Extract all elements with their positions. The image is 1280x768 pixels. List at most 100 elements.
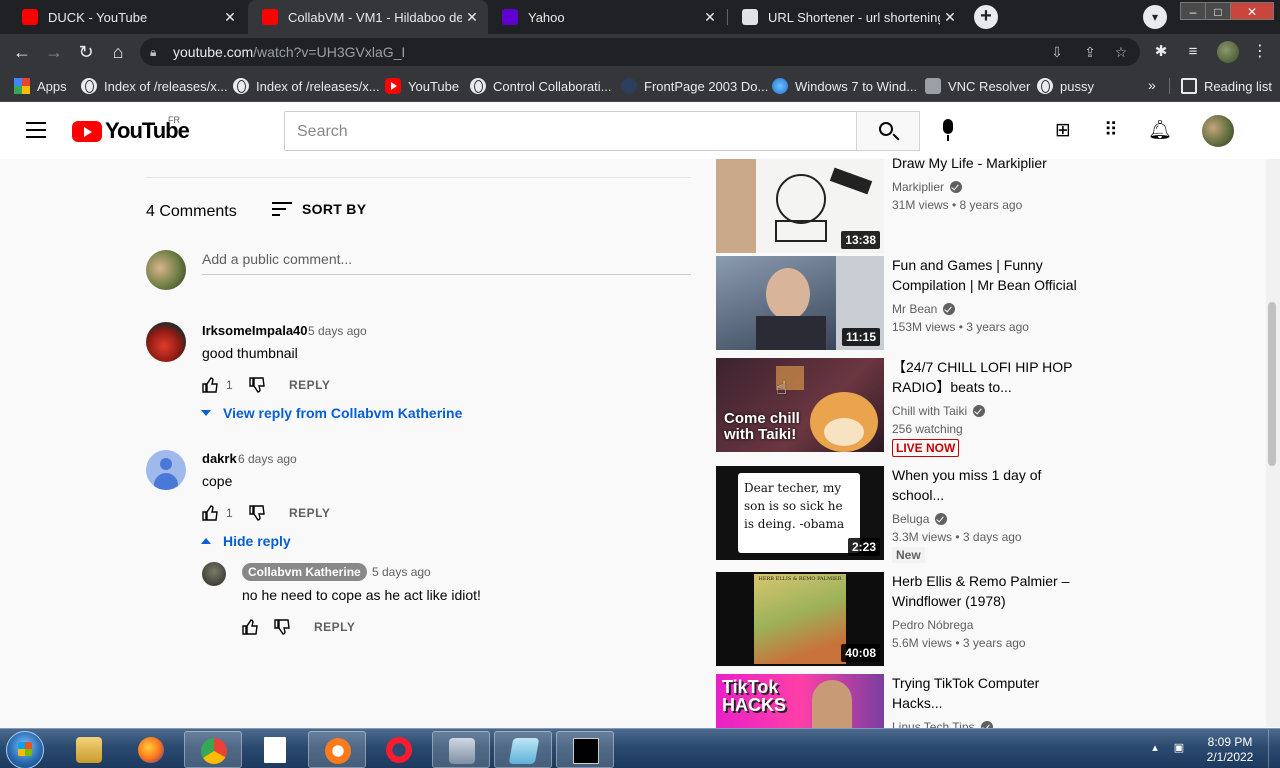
view-replies-button[interactable]: View reply from Collabvm Katherine [201,405,462,421]
bookmark-item[interactable]: FrontPage 2003 Do... [621,77,768,95]
voice-search-icon[interactable] [937,119,959,143]
reading-list[interactable]: Reading list [1181,77,1272,95]
tab-url-shortener[interactable]: URL Shortener - url shortening se ✕ [728,0,966,34]
share-icon[interactable]: ⇪ [1081,43,1099,61]
install-app-icon[interactable]: ⇩ [1048,43,1066,61]
dislike-icon[interactable] [273,618,291,636]
video-thumbnail[interactable]: Come chill with Taiki! ☝ [716,358,884,452]
channel-name[interactable]: Linus Tech Tips [892,720,993,728]
apps-grid-icon[interactable]: ⠿ [1099,119,1123,143]
comment-timestamp[interactable]: 5 days ago [308,324,367,338]
hamburger-menu-icon[interactable] [26,122,46,138]
commenter-avatar[interactable] [146,450,186,490]
recommended-video[interactable]: TikTok HACKS Trying TikTok Computer Hack… [716,674,1276,728]
video-thumbnail[interactable]: Dear techer, my son is so sick he is dei… [716,466,884,560]
account-avatar[interactable] [1202,115,1234,147]
profile-avatar[interactable] [1217,41,1239,63]
dislike-icon[interactable] [248,376,266,394]
system-clock[interactable]: 8:09 PM 2/1/2022 [1200,735,1260,765]
recommended-video[interactable]: Come chill with Taiki! ☝ 【24/7 CHILL LOF… [716,357,1276,457]
taskbar-avast[interactable] [308,731,366,768]
tray-arrow-icon[interactable]: ▴ [1148,741,1162,755]
more-bookmarks-icon[interactable]: » [1148,77,1156,93]
search-input[interactable]: Search [284,111,857,151]
like-icon[interactable] [241,618,259,636]
video-title[interactable]: 【24/7 CHILL LOFI HIP HOP RADIO】beats to.… [892,357,1092,397]
comment-timestamp[interactable]: 6 days ago [238,452,297,466]
video-title[interactable]: Herb Ellis & Remo Palmier – Windflower (… [892,571,1092,611]
reload-icon[interactable]: ↻ [74,40,98,64]
network-icon[interactable]: ▣ [1172,741,1186,755]
media-queue-icon[interactable]: ≡ [1183,42,1203,62]
browser-menu-icon[interactable]: ⋮ [1252,42,1268,62]
replier-avatar[interactable] [202,562,226,586]
channel-name[interactable]: Mr Bean [892,302,956,316]
channel-name[interactable]: Pedro Nóbrega [892,618,973,632]
bookmark-vnc-resolver[interactable]: VNC Resolver [925,77,1030,95]
close-tab-icon[interactable]: ✕ [220,9,240,26]
dislike-icon[interactable] [248,504,266,522]
video-thumbnail[interactable]: 13:38 [716,159,884,253]
taskbar-explorer[interactable] [60,731,118,768]
video-title[interactable]: When you miss 1 day of school... [892,465,1092,505]
close-tab-icon[interactable]: ✕ [462,9,482,26]
like-icon[interactable] [201,376,219,394]
bookmark-item[interactable]: Windows 7 to Wind... [772,77,917,95]
create-video-icon[interactable]: ⊞ [1051,119,1075,143]
sort-by-button[interactable]: SORT BY [272,201,366,217]
bookmark-item[interactable]: pussy [1037,77,1094,95]
taskbar-cmd[interactable] [556,731,614,768]
video-thumbnail[interactable]: TikTok HACKS [716,674,884,728]
commenter-avatar[interactable] [146,322,186,362]
taskbar-monitor[interactable] [432,731,490,768]
search-button[interactable] [856,111,920,151]
close-window-icon[interactable]: ✕ [1230,2,1274,20]
hide-replies-button[interactable]: Hide reply [201,533,291,549]
show-desktop-button[interactable] [1268,729,1280,768]
like-icon[interactable] [201,504,219,522]
video-thumbnail[interactable]: HERB ELLIS & REMO PALMIER 40:08 [716,572,884,666]
address-bar[interactable]: 🔒︎ youtube.com/watch?v=UH3GVxlaG_I ⇩ ⇪ ☆ [140,38,1140,66]
reply-author-chip[interactable]: Collabvm Katherine [242,563,367,581]
recommended-video[interactable]: 11:15 Fun and Games | Funny Compilation … [716,256,1276,350]
video-title[interactable]: Fun and Games | Funny Compilation | Mr B… [892,255,1092,295]
channel-name[interactable]: Markiplier [892,180,963,194]
close-tab-icon[interactable]: ✕ [700,9,720,26]
taskbar-firefox[interactable] [122,731,180,768]
channel-name[interactable]: Chill with Taiki [892,404,986,418]
youtube-logo[interactable]: YouTube FR [72,115,190,143]
tab-search-chevron-icon[interactable]: ▾ [1143,5,1167,29]
page-scrollbar-thumb[interactable] [1268,302,1276,466]
bookmark-star-icon[interactable]: ☆ [1112,43,1130,61]
reply-button[interactable]: REPLY [289,506,330,520]
comment-author[interactable]: dakrk [202,451,237,466]
add-comment-input[interactable]: Add a public comment... [202,251,691,275]
taskbar-app[interactable] [494,731,552,768]
comment-author[interactable]: IrksomeImpala40 [202,323,308,338]
maximize-icon[interactable]: □ [1205,2,1231,20]
taskbar-opera[interactable] [370,731,428,768]
minimize-icon[interactable]: – [1180,2,1206,20]
reply-button[interactable]: REPLY [314,620,355,634]
back-icon[interactable]: ← [10,40,34,64]
bookmark-apps[interactable]: Apps [14,77,67,95]
close-tab-icon[interactable]: ✕ [940,9,960,26]
home-icon[interactable]: ⌂ [106,40,130,64]
extensions-puzzle-icon[interactable]: ✱ [1151,42,1171,62]
bookmark-item[interactable]: Index of /releases/x... [81,77,228,95]
notifications-bell-icon[interactable]: 🔔︎ [1148,119,1172,143]
new-tab-button[interactable]: + [974,5,998,29]
recommended-video[interactable]: HERB ELLIS & REMO PALMIER 40:08 Herb Ell… [716,572,1276,666]
video-title[interactable]: Draw My Life - Markiplier [892,153,1092,173]
recommended-video[interactable]: Dear techer, my son is so sick he is dei… [716,465,1276,563]
video-title[interactable]: Trying TikTok Computer Hacks... [892,674,1092,713]
reply-button[interactable]: REPLY [289,378,330,392]
lock-icon[interactable]: 🔒︎ [150,43,166,61]
tab-collabvm[interactable]: CollabVM - VM1 - Hildaboo dest ✕ [248,0,488,34]
start-button[interactable] [6,731,44,768]
forward-icon[interactable]: → [42,40,66,64]
reply-timestamp[interactable]: 5 days ago [372,565,431,579]
tab-yahoo[interactable]: Yahoo ✕ [488,0,726,34]
channel-name[interactable]: Beluga [892,512,948,526]
taskbar-chrome[interactable] [184,731,242,768]
